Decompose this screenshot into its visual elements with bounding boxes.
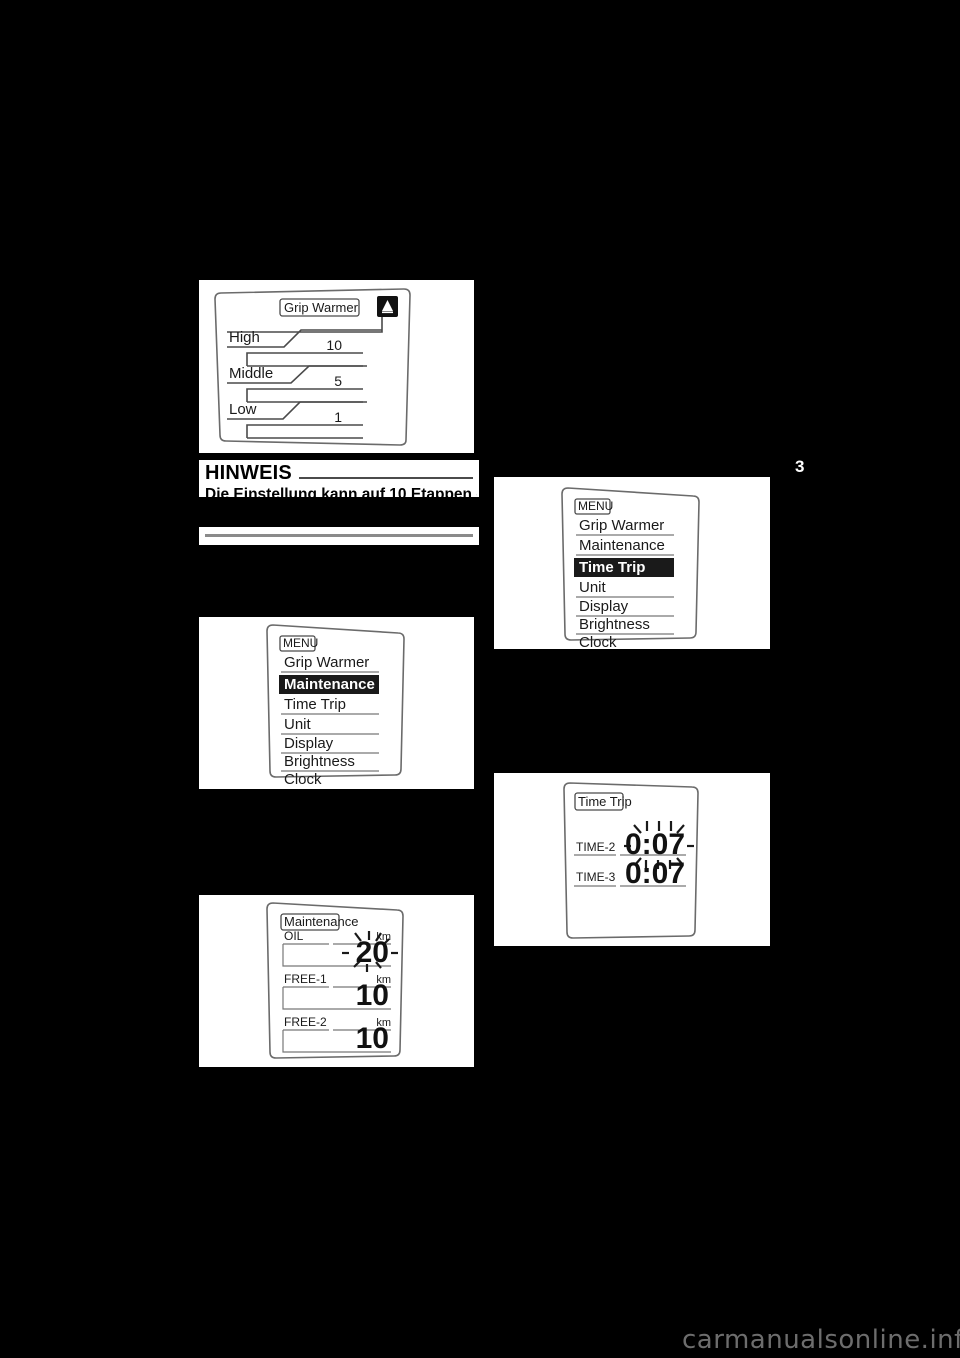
up-arrow-indicator-icon bbox=[377, 296, 398, 317]
grip-level-value-low: 1 bbox=[334, 409, 342, 425]
menu-time-trip-lcd: MENU Grip Warmer Maintenance Time Trip U… bbox=[561, 487, 700, 649]
page-number-tab: 3 bbox=[795, 457, 805, 476]
menu-item-display[interactable]: Display bbox=[284, 735, 334, 752]
menu-item-display[interactable]: Display bbox=[579, 598, 629, 615]
menu-item-maintenance[interactable]: Maintenance bbox=[284, 676, 375, 693]
time-trip-value-time3: 0:07 bbox=[625, 857, 685, 890]
note-keyword: HINWEIS bbox=[205, 462, 292, 484]
grip-level-label-high: High bbox=[229, 329, 260, 346]
maintenance-label-free1: FREE-1 bbox=[284, 972, 327, 986]
menu-item-brightness[interactable]: Brightness bbox=[284, 753, 355, 770]
figure-title: MENU bbox=[578, 499, 613, 513]
grip-level-label-middle: Middle bbox=[229, 365, 273, 382]
note-heading-rule bbox=[298, 476, 473, 479]
maintenance-value-oil: 20 bbox=[356, 936, 389, 969]
note-heading: HINWEIS bbox=[205, 462, 473, 484]
maintenance-label-oil: OIL bbox=[284, 929, 304, 943]
menu-item-unit[interactable]: Unit bbox=[284, 716, 312, 733]
grip-level-value-middle: 5 bbox=[334, 373, 342, 389]
figure-title: Maintenance bbox=[284, 914, 358, 929]
menu-item-clock[interactable]: Clock bbox=[284, 771, 322, 788]
maintenance-label-free2: FREE-2 bbox=[284, 1015, 327, 1029]
maintenance-value-free2: 10 bbox=[356, 1022, 389, 1055]
note-body-text: Die Einstellung kann auf 10 Etappen eing… bbox=[205, 486, 477, 497]
figure-title: Grip Warmer bbox=[284, 300, 359, 315]
menu-item-grip-warmer[interactable]: Grip Warmer bbox=[284, 654, 369, 671]
maintenance-detail-lcd: Maintenance OIL km 20 FREE-1 km 10 FREE-… bbox=[266, 902, 404, 1059]
maintenance-value-free1: 10 bbox=[356, 979, 389, 1012]
figure-menu-maintenance-panel: MENU Grip Warmer Maintenance Time Trip U… bbox=[199, 617, 474, 789]
time-trip-label-time2: TIME-2 bbox=[576, 840, 616, 854]
grip-level-value-high: 10 bbox=[326, 337, 342, 353]
note-end-bar bbox=[205, 534, 473, 537]
menu-item-brightness[interactable]: Brightness bbox=[579, 616, 650, 633]
figure-title: Time Trip bbox=[578, 794, 632, 809]
time-trip-lcd: Time Trip TIME-2 0:07 TIME-3 0:07 bbox=[563, 782, 699, 939]
figure-title: MENU bbox=[283, 636, 318, 650]
note-hinweis: HINWEIS Die Einstellung kann auf 10 Etap… bbox=[199, 460, 479, 497]
menu-item-maintenance[interactable]: Maintenance bbox=[579, 537, 665, 554]
menu-item-clock[interactable]: Clock bbox=[579, 634, 617, 649]
menu-maintenance-lcd: MENU Grip Warmer Maintenance Time Trip U… bbox=[266, 624, 405, 788]
grip-warmer-lcd: Grip Warmer High 10 Middle 5 Low 1 bbox=[214, 288, 411, 446]
note-end-rule bbox=[199, 527, 479, 545]
time-trip-label-time3: TIME-3 bbox=[576, 870, 616, 884]
menu-item-time-trip[interactable]: Time Trip bbox=[579, 559, 645, 576]
figure-grip-warmer-panel: Grip Warmer High 10 Middle 5 Low 1 bbox=[199, 280, 474, 453]
grip-level-label-low: Low bbox=[229, 401, 257, 418]
menu-item-unit[interactable]: Unit bbox=[579, 579, 607, 596]
figure-menu-time-trip-panel: MENU Grip Warmer Maintenance Time Trip U… bbox=[494, 477, 770, 649]
figure-time-trip-panel: Time Trip TIME-2 0:07 TIME-3 0:07 bbox=[494, 773, 770, 946]
menu-item-grip-warmer[interactable]: Grip Warmer bbox=[579, 517, 664, 534]
menu-item-time-trip[interactable]: Time Trip bbox=[284, 696, 346, 713]
site-watermark: carmanualsonline.info bbox=[682, 1325, 960, 1355]
figure-maintenance-detail-panel: Maintenance OIL km 20 FREE-1 km 10 FREE-… bbox=[199, 895, 474, 1067]
